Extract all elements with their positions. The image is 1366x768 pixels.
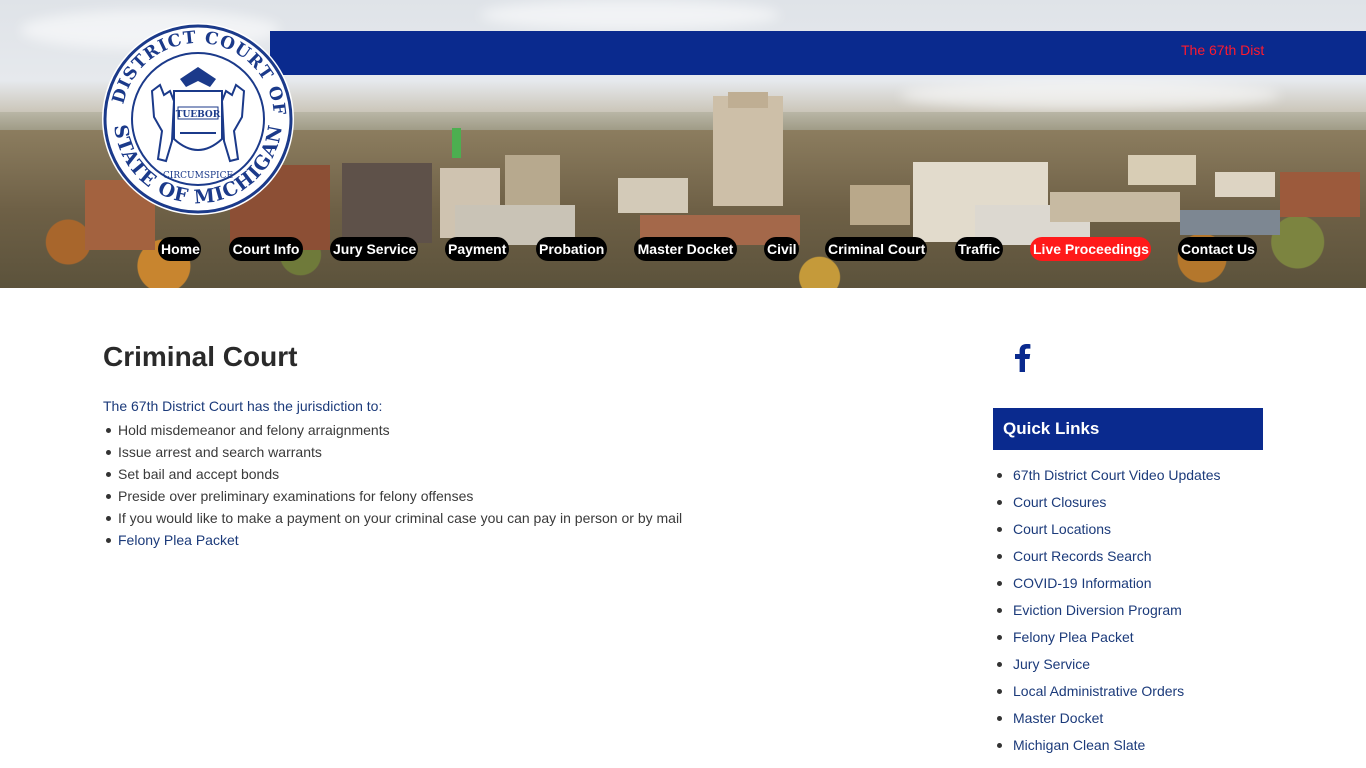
parking-lot	[1180, 210, 1280, 235]
cloud	[900, 80, 1280, 110]
svg-text:TUEBOR: TUEBOR	[176, 110, 221, 120]
quick-link-eviction-diversion[interactable]: Eviction Diversion Program	[993, 597, 1221, 624]
page-title: Criminal Court	[103, 341, 298, 372]
quick-link-court-closures[interactable]: Court Closures	[993, 489, 1221, 516]
nav-civil[interactable]: Civil	[764, 237, 799, 261]
svg-text:CIRCUMSPICE: CIRCUMSPICE	[163, 171, 233, 181]
building	[1280, 172, 1360, 217]
tower-top	[728, 92, 768, 108]
list-item: If you would like to make a payment on y…	[103, 507, 682, 529]
building	[850, 185, 910, 225]
list-item: Issue arrest and search warrants	[103, 441, 682, 463]
nav-master-docket[interactable]: Master Docket	[634, 237, 737, 261]
quick-links-list: 67th District Court Video Updates Court …	[993, 462, 1221, 759]
nav-home[interactable]: Home	[158, 237, 201, 261]
main-nav: Home Court Info Jury Service Payment Pro…	[0, 237, 1366, 261]
building	[1215, 172, 1275, 197]
nav-probation[interactable]: Probation	[536, 237, 607, 261]
nav-live-proceedings[interactable]: Live Proceedings	[1030, 237, 1151, 261]
quick-link-covid-19-information[interactable]: COVID-19 Information	[993, 570, 1221, 597]
building	[505, 155, 560, 210]
list-item: Set bail and accept bonds	[103, 463, 682, 485]
building	[1128, 155, 1196, 185]
alert-marquee[interactable]: The 67th Dist	[1181, 40, 1269, 60]
cloud	[480, 0, 780, 30]
quick-link-video-updates[interactable]: 67th District Court Video Updates	[993, 462, 1221, 489]
nav-contact-us[interactable]: Contact Us	[1178, 237, 1257, 261]
facebook-icon[interactable]	[1012, 342, 1032, 372]
quick-link-court-locations[interactable]: Court Locations	[993, 516, 1221, 543]
quick-link-felony-plea-packet[interactable]: Felony Plea Packet	[993, 624, 1221, 651]
nav-traffic[interactable]: Traffic	[955, 237, 1003, 261]
list-item: Hold misdemeanor and felony arraignments	[103, 419, 682, 441]
felony-plea-packet-link[interactable]: Felony Plea Packet	[103, 529, 682, 551]
list-item: Preside over preliminary examinations fo…	[103, 485, 682, 507]
hero-banner: The 67th Dist 67TH DISTRICT COURT OF THE…	[0, 0, 1366, 288]
quick-links-header: Quick Links	[993, 408, 1263, 450]
quick-link-local-admin-orders[interactable]: Local Administrative Orders	[993, 678, 1221, 705]
quick-link-jury-service[interactable]: Jury Service	[993, 651, 1221, 678]
court-seal-logo[interactable]: 67TH DISTRICT COURT OF THE STATE OF MICH…	[100, 21, 296, 217]
jurisdiction-list: Hold misdemeanor and felony arraignments…	[103, 419, 682, 551]
building	[342, 163, 432, 243]
building	[1050, 192, 1180, 222]
jurisdiction-intro: The 67th District Court has the jurisdic…	[103, 398, 383, 414]
quick-link-court-records-search[interactable]: Court Records Search	[993, 543, 1221, 570]
building	[618, 178, 688, 213]
tower-building	[713, 96, 783, 206]
quick-link-master-docket[interactable]: Master Docket	[993, 705, 1221, 732]
nav-court-info[interactable]: Court Info	[229, 237, 303, 261]
water-tower	[452, 128, 461, 158]
quick-link-michigan-clean-slate[interactable]: Michigan Clean Slate	[993, 732, 1221, 759]
nav-jury-service[interactable]: Jury Service	[330, 237, 418, 261]
nav-payment[interactable]: Payment	[445, 237, 509, 261]
nav-criminal-court[interactable]: Criminal Court	[825, 237, 927, 261]
